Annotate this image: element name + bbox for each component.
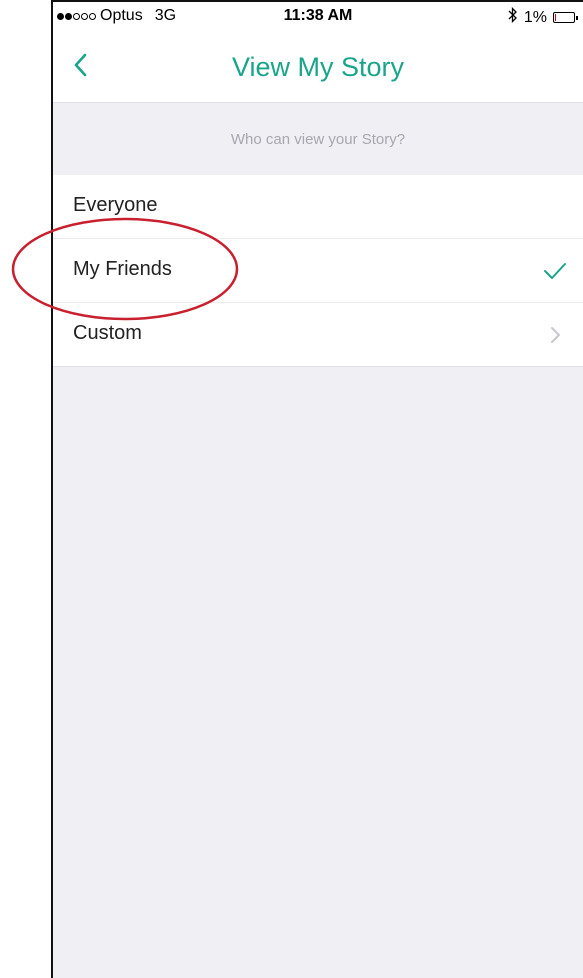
bluetooth-icon [508,6,518,28]
option-label: My Friends [73,258,172,280]
option-label: Custom [73,322,142,344]
status-time: 11:38 AM [283,7,353,24]
story-privacy-options: Everyone My Friends Custom [53,175,583,367]
page: Optus 3G 11:38 AM 1% View My Story Who c… [0,0,583,978]
option-custom[interactable]: Custom [53,303,583,367]
option-label: Everyone [73,194,158,216]
page-title: View My Story [231,52,405,82]
battery-icon [553,12,578,23]
checkmark-icon [541,257,569,285]
option-my-friends[interactable]: My Friends [53,239,583,303]
chevron-right-icon [541,321,569,349]
section-header-text: Who can view your Story? [230,131,406,148]
phone-screen: Optus 3G 11:38 AM 1% View My Story Who c… [51,0,583,978]
section-header: Who can view your Story? [53,103,583,175]
status-bar: Optus 3G 11:38 AM 1% [53,0,583,30]
status-right: 1% [508,6,579,28]
battery-percent: 1% [523,8,547,26]
option-everyone[interactable]: Everyone [53,175,583,239]
navigation-bar: View My Story [53,30,583,103]
